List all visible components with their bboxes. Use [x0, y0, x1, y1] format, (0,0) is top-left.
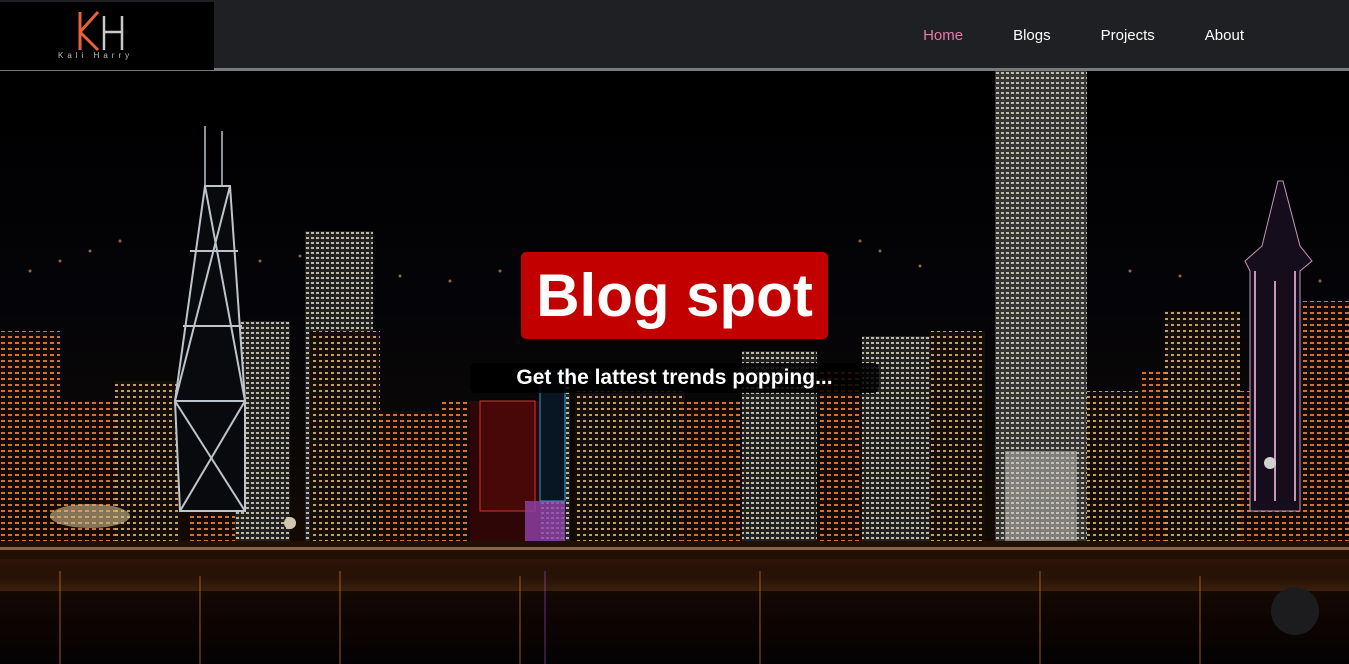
round-button-icon[interactable]: [1271, 587, 1319, 635]
hero-section: Blog spot Get the lattest trends popping…: [0, 71, 1349, 664]
nav-links: Home Blogs Projects About: [923, 0, 1349, 71]
kh-logo-icon: [78, 10, 124, 52]
hero-subtitle: Get the lattest trends popping...: [470, 363, 879, 393]
nav-home[interactable]: Home: [923, 27, 963, 44]
logo-text: Kali Harry: [58, 51, 134, 60]
top-navbar: Kali Harry Home Blogs Projects About: [0, 0, 1349, 71]
nav-about[interactable]: About: [1205, 27, 1244, 44]
logo[interactable]: Kali Harry: [0, 2, 214, 70]
hero-title: Blog spot: [521, 252, 828, 339]
nav-blogs[interactable]: Blogs: [1013, 27, 1051, 44]
nav-projects[interactable]: Projects: [1101, 27, 1155, 44]
